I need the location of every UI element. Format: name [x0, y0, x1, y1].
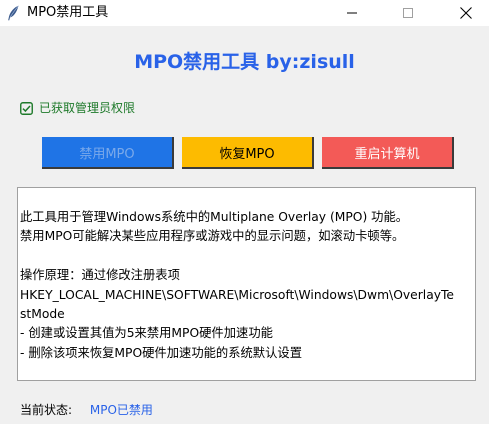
info-line: - 删除该项来恢复MPO硬件加速功能的系统默认设置 — [20, 345, 302, 360]
title-bar[interactable]: MPO禁用工具 — [0, 0, 489, 26]
window-title: MPO禁用工具 — [27, 5, 109, 20]
info-line: stMode — [20, 307, 65, 322]
admin-status: 已获取管理员权限 — [20, 100, 135, 116]
minimize-icon — [347, 12, 357, 14]
feather-icon — [8, 5, 19, 21]
info-line: HKEY_LOCAL_MACHINE\SOFTWARE\Microsoft\Wi… — [20, 287, 454, 302]
info-line: 此工具用于管理Windows系统中的Multiplane Overlay (MP… — [20, 210, 409, 224]
reboot-computer-button[interactable]: 重启计算机 — [322, 137, 454, 169]
close-icon — [460, 7, 472, 19]
admin-status-text: 已获取管理员权限 — [39, 101, 136, 115]
app-header-title: MPO禁用工具 by:zisull — [134, 51, 355, 73]
info-line: 操作原理：通过修改注册表项 — [20, 268, 180, 283]
check-square-icon — [20, 101, 33, 115]
disable-mpo-button[interactable]: 禁用MPO — [42, 137, 174, 169]
status-bar: 当前状态: MPO已禁用 — [20, 402, 153, 418]
info-line: - 创建或设置其值为5来禁用MPO硬件加速功能 — [20, 326, 273, 341]
restore-mpo-button[interactable]: 恢复MPO — [182, 137, 314, 169]
maximize-button[interactable] — [385, 0, 431, 26]
status-value: MPO已禁用 — [89, 403, 153, 417]
info-text-area[interactable]: 此工具用于管理Windows系统中的Multiplane Overlay (MP… — [17, 187, 476, 381]
status-label: 当前状态: — [20, 403, 73, 417]
info-line — [20, 247, 473, 266]
info-line: 禁用MPO可能解决某些应用程序或游戏中的显示问题，如滚动卡顿等。 — [20, 229, 405, 244]
close-button[interactable] — [443, 0, 489, 26]
maximize-icon — [403, 8, 413, 18]
app-window: MPO禁用工具 MPO禁用工具 by:zisull 已获取管理员权限 禁用MPO… — [0, 0, 489, 424]
minimize-button[interactable] — [329, 0, 375, 26]
